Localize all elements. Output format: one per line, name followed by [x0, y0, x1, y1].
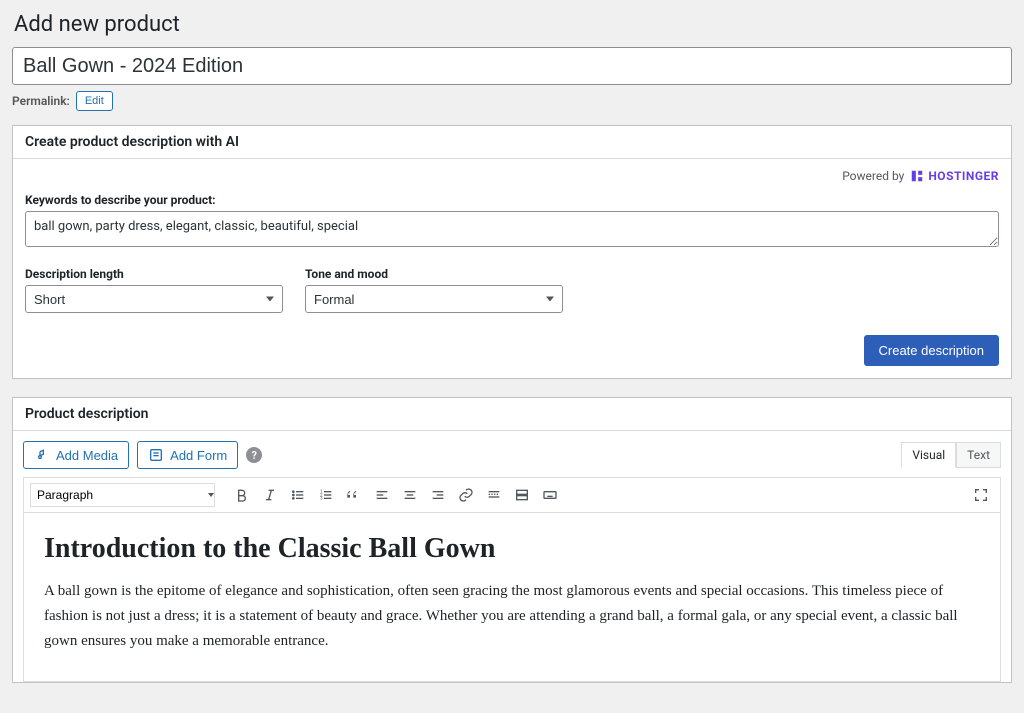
fullscreen-button[interactable]: [968, 482, 994, 508]
tone-label: Tone and mood: [305, 267, 563, 281]
toolbar-toggle-button[interactable]: [509, 482, 535, 508]
page-heading: Add new product: [12, 12, 1012, 37]
media-icon: [34, 447, 50, 463]
length-label: Description length: [25, 267, 283, 281]
ai-description-panel: Create product description with AI Power…: [12, 125, 1012, 379]
hostinger-icon: [910, 169, 924, 183]
format-select[interactable]: [30, 483, 215, 507]
editor-toolbar: 123: [23, 477, 1001, 513]
permalink-edit-button[interactable]: Edit: [76, 91, 113, 111]
keyboard-button[interactable]: [537, 482, 563, 508]
link-button[interactable]: [453, 482, 479, 508]
svg-text:3: 3: [320, 496, 323, 502]
add-form-button[interactable]: Add Form: [137, 441, 238, 469]
ai-panel-title: Create product description with AI: [25, 134, 239, 150]
permalink-label: Permalink:: [12, 94, 70, 108]
tab-visual[interactable]: Visual: [901, 442, 956, 468]
create-description-button[interactable]: Create description: [864, 335, 1000, 366]
hostinger-logo: HOSTINGER: [910, 169, 999, 183]
form-icon: [148, 447, 164, 463]
tone-select[interactable]: [305, 285, 563, 313]
content-heading: Introduction to the Classic Ball Gown: [44, 533, 980, 565]
insert-more-button[interactable]: [481, 482, 507, 508]
align-left-button[interactable]: [369, 482, 395, 508]
powered-by-row: Powered by HOSTINGER: [25, 169, 999, 183]
bold-button[interactable]: [229, 482, 255, 508]
length-select[interactable]: [25, 285, 283, 313]
product-description-panel: Product description Add Media Add Form ?…: [12, 397, 1012, 683]
permalink-row: Permalink: Edit: [12, 91, 1012, 111]
desc-panel-header: Product description: [13, 398, 1011, 431]
product-title-input[interactable]: [12, 47, 1012, 85]
blockquote-button[interactable]: [341, 482, 367, 508]
italic-button[interactable]: [257, 482, 283, 508]
align-right-button[interactable]: [425, 482, 451, 508]
content-paragraph: A ball gown is the epitome of elegance a…: [44, 579, 980, 653]
numbered-list-button[interactable]: 123: [313, 482, 339, 508]
keywords-label: Keywords to describe your product:: [25, 193, 999, 207]
add-media-button[interactable]: Add Media: [23, 441, 129, 469]
editor-content[interactable]: Introduction to the Classic Ball Gown A …: [23, 513, 1001, 682]
align-center-button[interactable]: [397, 482, 423, 508]
tab-text[interactable]: Text: [956, 442, 1001, 468]
keywords-textarea[interactable]: ball gown, party dress, elegant, classic…: [25, 211, 999, 247]
bullet-list-button[interactable]: [285, 482, 311, 508]
desc-panel-title: Product description: [25, 406, 148, 422]
help-icon[interactable]: ?: [246, 447, 262, 463]
ai-panel-header: Create product description with AI: [13, 126, 1011, 159]
powered-by-label: Powered by: [842, 169, 904, 183]
